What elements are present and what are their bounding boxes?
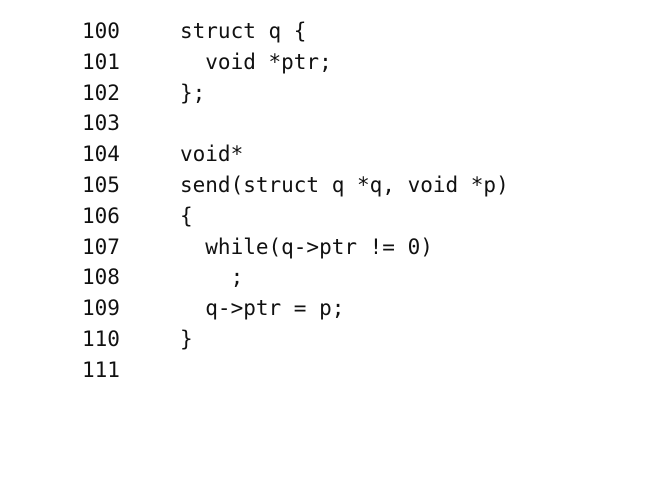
line-number: 105 bbox=[82, 172, 120, 197]
line-code: while(q->ptr != 0) bbox=[180, 234, 433, 259]
code-line: 104 void* bbox=[0, 139, 662, 170]
line-code: { bbox=[180, 203, 193, 228]
code-line: 106 { bbox=[0, 201, 662, 232]
code-line: 100 struct q { bbox=[0, 16, 662, 47]
code-line: 102 }; bbox=[0, 78, 662, 109]
code-line: 110 } bbox=[0, 324, 662, 355]
line-code: }; bbox=[180, 80, 206, 105]
line-number: 100 bbox=[82, 19, 120, 43]
line-number: 110 bbox=[82, 326, 120, 351]
line-number: 108 bbox=[82, 265, 120, 290]
code-line: 107 while(q->ptr != 0) bbox=[0, 232, 662, 263]
line-number: 101 bbox=[82, 49, 120, 74]
line-code: void* bbox=[180, 142, 244, 167]
line-number: 103 bbox=[82, 111, 120, 136]
code-line: 105 send(struct q *q, void *p) bbox=[0, 170, 662, 201]
code-line: 111 bbox=[0, 355, 662, 386]
line-number: 111 bbox=[82, 357, 120, 382]
line-number: 104 bbox=[82, 142, 120, 167]
line-number: 109 bbox=[82, 296, 120, 321]
line-number: 102 bbox=[82, 80, 120, 105]
line-code: struct q { bbox=[180, 19, 307, 43]
line-code: void *ptr; bbox=[180, 49, 332, 74]
code-listing: 100 struct q { 101 void *ptr; 102 }; 103… bbox=[0, 16, 662, 386]
code-line: 108 ; bbox=[0, 262, 662, 293]
code-line: 103 bbox=[0, 108, 662, 139]
line-number: 106 bbox=[82, 203, 120, 228]
line-code: q->ptr = p; bbox=[180, 296, 345, 321]
code-line: 109 q->ptr = p; bbox=[0, 293, 662, 324]
line-code: send(struct q *q, void *p) bbox=[180, 172, 509, 197]
code-line: 101 void *ptr; bbox=[0, 47, 662, 78]
line-number: 107 bbox=[82, 234, 120, 259]
line-code: } bbox=[180, 326, 193, 351]
line-code: ; bbox=[180, 265, 244, 290]
